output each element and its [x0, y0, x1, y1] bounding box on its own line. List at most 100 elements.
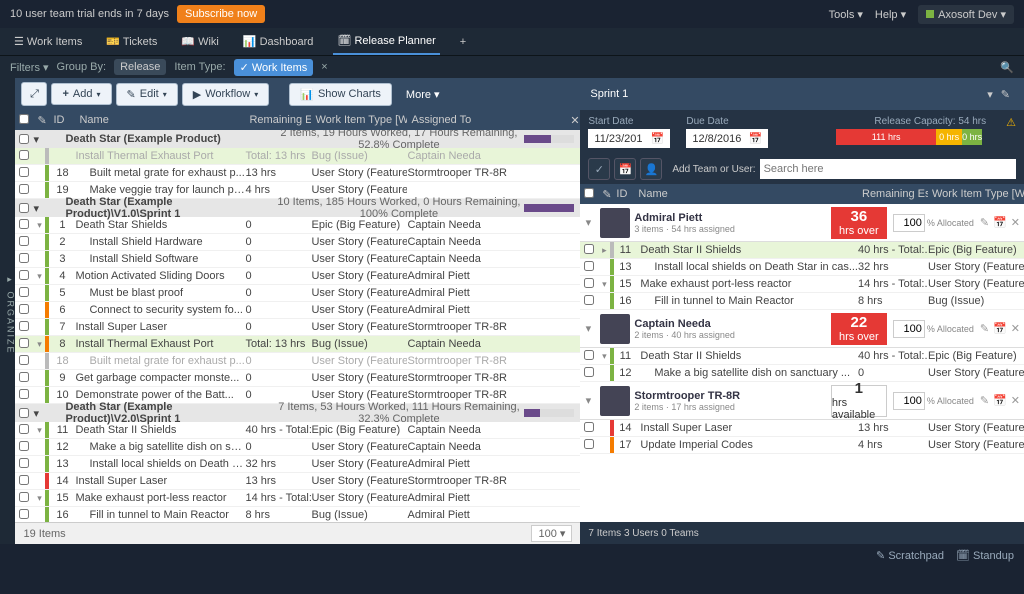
scratchpad-link[interactable]: ✎ Scratchpad [876, 549, 944, 562]
table-row[interactable]: 16 Fill in tunnel to Main Reactor 8 hrs … [15, 507, 580, 522]
close-icon[interactable]: ✕ [1011, 216, 1020, 229]
chevron-down-icon[interactable]: ▾ [983, 88, 997, 101]
subscribe-button[interactable]: Subscribe now [177, 5, 265, 23]
help-menu[interactable]: Help ▾ [875, 8, 906, 21]
table-row[interactable]: 5 Must be blast proof 0 User Story (Feat… [15, 285, 580, 302]
organize-tab[interactable]: ▸ ORGANIZE [0, 78, 15, 544]
calendar-icon[interactable]: 📅 [651, 132, 665, 145]
page-size[interactable]: 100 ▾ [531, 525, 572, 542]
calendar-icon[interactable]: 📅 [993, 216, 1007, 229]
rcol-type[interactable]: Work Item Type [Work I [928, 188, 1024, 200]
rcol-id[interactable]: ID [612, 188, 634, 200]
col-assigned[interactable]: Assigned To [407, 114, 566, 126]
rcol-name[interactable]: Name [634, 188, 858, 200]
item-count: 19 Items [23, 528, 65, 540]
due-date-input[interactable]: 12/8/2016📅 [686, 129, 768, 148]
col-est[interactable]: Remaining Estima [245, 114, 311, 126]
filters-menu[interactable]: Filters ▾ [10, 61, 49, 74]
checkmark-button[interactable]: ✓ [588, 158, 610, 180]
table-row[interactable]: ▾ 11 Death Star II Shields 40 hrs - Tota… [580, 348, 1024, 365]
select-all[interactable] [19, 114, 29, 124]
nav-tab-wiki[interactable]: 📖 Wiki [177, 29, 223, 54]
table-row[interactable]: ▾ 4 Motion Activated Sliding Doors 0 Use… [15, 268, 580, 285]
person-row[interactable]: ▾ Stormtrooper TR-8R2 items · 17 hrs ass… [580, 382, 1024, 420]
group-header[interactable]: ▾Death Star (Example Product)\V2.0\Sprin… [15, 404, 580, 422]
itemtype-chip[interactable]: ✓ Work Items [234, 59, 314, 76]
allocation-input[interactable] [893, 392, 925, 410]
chevron-down-icon[interactable]: ▾ [580, 394, 596, 407]
capacity-segment: 111 hrs [836, 129, 936, 145]
rcol-est[interactable]: Remaining Estima [858, 188, 928, 200]
avatar [600, 386, 630, 416]
table-row[interactable]: ▸ 11 Death Star II Shields 40 hrs - Tota… [580, 242, 1024, 259]
nav-tab-dashboard[interactable]: 📊 Dashboard [239, 29, 318, 54]
table-row[interactable]: 18 Built metal grate for exhaust p... 13… [15, 165, 580, 182]
user-menu[interactable]: Axosoft Dev ▾ [918, 5, 1014, 24]
groupby-chip[interactable]: Release [114, 59, 166, 75]
table-row[interactable]: ▾ 1 Death Star Shields 0 Epic (Big Featu… [15, 217, 580, 234]
table-row[interactable]: 2 Install Shield Hardware 0 User Story (… [15, 234, 580, 251]
workflow-button[interactable]: ▶Workflow▾ [182, 83, 270, 106]
pencil-icon[interactable]: ✎ [33, 114, 49, 127]
pencil-icon[interactable]: ✎ [997, 88, 1014, 101]
col-close-icon[interactable]: ✕ [566, 114, 580, 127]
chevron-down-icon[interactable]: ▾ [580, 216, 596, 229]
table-row[interactable]: ▾ 8 Install Thermal Exhaust Port Total: … [15, 336, 580, 353]
allocation-input[interactable] [893, 320, 925, 338]
table-row[interactable]: ▾ 15 Make exhaust port-less reactor 14 h… [15, 490, 580, 507]
nav-tab-work-items[interactable]: ☰ Work Items [10, 29, 86, 54]
nav-tab-release-planner[interactable]: 🗓 Release Planner [333, 28, 439, 55]
allocation-input[interactable] [893, 214, 925, 232]
user-button[interactable]: 👤 [640, 158, 662, 180]
close-icon[interactable]: ✕ [1011, 322, 1020, 335]
group-header[interactable]: ▾Death Star (Example Product)\V1.0\Sprin… [15, 199, 580, 217]
clear-filters[interactable]: × [321, 61, 327, 73]
pencil-icon[interactable]: ✎ [980, 216, 989, 229]
search-icon[interactable]: 🔍 [1000, 61, 1014, 74]
nav-tab-tickets[interactable]: 🎫 Tickets [102, 29, 161, 54]
add-button[interactable]: +Add▾ [51, 83, 111, 105]
table-row[interactable]: 18 Built metal grate for exhaust p... 0 … [15, 353, 580, 370]
expand-icon[interactable]: ⤢ [21, 82, 47, 106]
standup-link[interactable]: 🗓 Standup [956, 549, 1014, 562]
table-row[interactable]: 7 Install Super Laser 0 User Story (Feat… [15, 319, 580, 336]
person-row[interactable]: ▾ Admiral Piett3 items · 54 hrs assigned… [580, 204, 1024, 242]
table-row[interactable]: 3 Install Shield Software 0 User Story (… [15, 251, 580, 268]
pencil-icon[interactable]: ✎ [980, 322, 989, 335]
calendar-icon[interactable]: 📅 [993, 322, 1007, 335]
itemtype-label: Item Type: [174, 61, 225, 73]
add-tab[interactable]: + [456, 30, 470, 54]
table-row[interactable]: 9 Get garbage compacter monste... 0 User… [15, 370, 580, 387]
table-row[interactable]: 13 Install local shields on Death Star i… [580, 259, 1024, 276]
table-row[interactable]: 12 Make a big satellite dish on sanctuar… [580, 365, 1024, 382]
table-row[interactable]: ▾ 11 Death Star II Shields 40 hrs - Tota… [15, 422, 580, 439]
more-menu[interactable]: More ▾ [396, 88, 450, 101]
table-row[interactable]: ▾ 15 Make exhaust port-less reactor 14 h… [580, 276, 1024, 293]
table-row[interactable]: 14 Install Super Laser 13 hrs User Story… [15, 473, 580, 490]
pencil-icon[interactable]: ✎ [598, 188, 612, 201]
select-all-right[interactable] [584, 188, 594, 198]
chevron-down-icon[interactable]: ▾ [580, 322, 596, 335]
person-row[interactable]: ▾ Captain Needa2 items · 40 hrs assigned… [580, 310, 1024, 348]
show-charts-button[interactable]: 📊Show Charts [289, 83, 392, 106]
close-icon[interactable]: ✕ [1011, 394, 1020, 407]
table-row[interactable]: 17 Update Imperial Codes 4 hrs User Stor… [580, 437, 1024, 454]
col-name[interactable]: Name [75, 114, 245, 126]
calendar-icon[interactable]: 📅 [993, 394, 1007, 407]
start-date-input[interactable]: 11/23/201📅 [588, 129, 670, 148]
table-row[interactable]: 14 Install Super Laser 13 hrs User Story… [580, 420, 1024, 437]
pencil-icon[interactable]: ✎ [980, 394, 989, 407]
tools-menu[interactable]: Tools ▾ [829, 8, 863, 21]
group-header[interactable]: ▾Death Star (Example Product)2 Items, 19… [15, 130, 580, 148]
edit-button[interactable]: ✎Edit▾ [116, 83, 178, 106]
add-team-input[interactable] [760, 159, 1016, 179]
table-row[interactable]: 13 Install local shields on Death S... 3… [15, 456, 580, 473]
table-row[interactable]: 12 Make a big satellite dish on sa... 0 … [15, 439, 580, 456]
table-row[interactable]: 6 Connect to security system fo... 0 Use… [15, 302, 580, 319]
col-type[interactable]: Work Item Type [Work I [311, 114, 407, 126]
col-id[interactable]: ID [49, 114, 75, 126]
table-row[interactable]: 16 Fill in tunnel to Main Reactor 8 hrs … [580, 293, 1024, 310]
calendar-icon[interactable]: 📅 [749, 132, 763, 145]
table-row[interactable]: Install Thermal Exhaust Port Total: 13 h… [15, 148, 580, 165]
calendar-button[interactable]: 📅 [614, 158, 636, 180]
